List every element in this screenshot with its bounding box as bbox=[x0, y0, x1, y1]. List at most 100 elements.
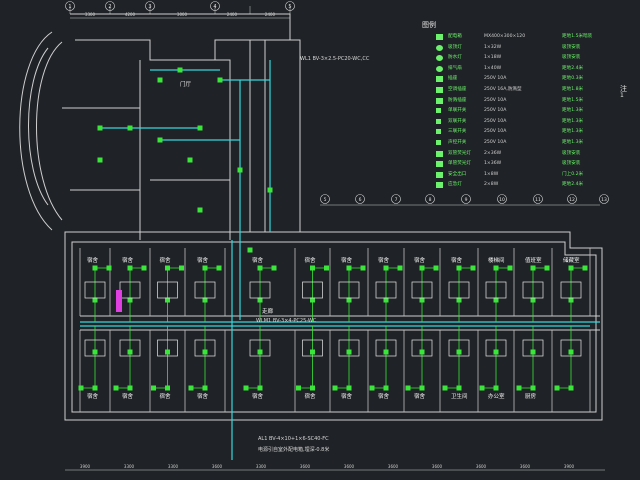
top-bus-label: WL1 BV-3×2.5-PC20-WC,CC bbox=[300, 56, 370, 62]
axis-label: 9 bbox=[465, 197, 468, 203]
legend-install-note: 距地1.8米 bbox=[562, 87, 584, 92]
legend-row: 应急灯 2×8W 距地2.4米 bbox=[422, 180, 632, 190]
fan-icon bbox=[436, 65, 443, 72]
device-marker bbox=[127, 125, 133, 131]
drawing-canvas: 1 2 3 4 5 5 6 7 8 9 10 11 12 13 3300 4200 3000 2400 2400 39… bbox=[0, 0, 640, 480]
device-marker bbox=[442, 385, 448, 391]
legend-row: 排气扇 1×40W 距地2.4米 bbox=[422, 64, 632, 74]
legend-row: 吸顶灯 1×32W 吸顶安装 bbox=[422, 43, 632, 53]
legend-name: 双联开关 bbox=[448, 118, 467, 124]
dimension-text: 3600 bbox=[300, 464, 311, 469]
axis-label: 3 bbox=[148, 4, 151, 10]
dimension-text: 3300 bbox=[256, 464, 267, 469]
branch-circuits bbox=[81, 267, 585, 389]
device-marker bbox=[493, 385, 499, 391]
room-label: 宿舍 bbox=[414, 394, 426, 400]
device-marker bbox=[217, 77, 223, 83]
device-marker bbox=[516, 385, 522, 391]
legend-install-note: 吸顶安装 bbox=[562, 161, 581, 167]
device-marker bbox=[157, 77, 163, 83]
device-marker bbox=[324, 265, 329, 271]
room-label: 值班室 bbox=[525, 258, 542, 264]
device-marker bbox=[165, 265, 170, 271]
device-marker bbox=[582, 265, 588, 271]
device-marker bbox=[187, 157, 193, 163]
dimension-text: 3300 bbox=[168, 464, 179, 469]
room-label: 厨房 bbox=[525, 394, 537, 400]
dimension-text: 3900 bbox=[80, 464, 91, 469]
axis-label: 2 bbox=[108, 4, 111, 10]
axis-label: 6 bbox=[359, 197, 362, 203]
legend-row: 安全出口 1×8W 门上0.2米 bbox=[422, 170, 632, 180]
device-marker bbox=[479, 385, 485, 391]
device-marker bbox=[165, 349, 170, 355]
socket-icon bbox=[436, 97, 443, 104]
bottom-note-label: 电源引自室外配电箱,埋深-0.8米 bbox=[258, 447, 330, 453]
legend-install-note: 吸顶安装 bbox=[562, 55, 581, 61]
entrance-label: 门厅 bbox=[180, 82, 192, 88]
device-marker bbox=[127, 385, 133, 391]
device-marker bbox=[177, 67, 183, 73]
switch-icon bbox=[436, 129, 441, 135]
switch-icon bbox=[436, 118, 441, 124]
device-marker bbox=[530, 385, 536, 391]
dimension-text: 3600 bbox=[344, 464, 355, 469]
legend-name: 单联开关 bbox=[448, 108, 467, 114]
device-marker bbox=[507, 265, 513, 271]
device-marker bbox=[197, 207, 203, 213]
dimension-text: 3600 bbox=[212, 464, 223, 469]
room-label: 宿舍 bbox=[414, 258, 426, 264]
switch-icon bbox=[436, 108, 441, 114]
device-marker bbox=[141, 265, 147, 271]
device-marker bbox=[568, 349, 574, 355]
legend-spec: 250V 10A bbox=[484, 118, 507, 124]
room-label: 宿舍 bbox=[159, 258, 171, 264]
legend-name: 应急灯 bbox=[448, 182, 462, 188]
legend-row: 插座 250V 10A 距地0.3米 bbox=[422, 74, 632, 84]
device-marker bbox=[346, 349, 352, 355]
room-label: 宿舍 bbox=[378, 258, 390, 264]
device-marker bbox=[456, 349, 462, 355]
legend-install-note: 吸顶安装 bbox=[562, 150, 581, 156]
legend-row: 双联开关 250V 10A 距地1.3米 bbox=[422, 117, 632, 127]
legend-install-note: 距地1.3米 bbox=[562, 118, 584, 124]
room-label: 宿舍 bbox=[197, 394, 209, 400]
room-label: 宿舍 bbox=[197, 258, 209, 264]
legend-spec: MX400×300×120 bbox=[484, 34, 526, 39]
legend-spec: 1×8W bbox=[484, 171, 499, 177]
legend-name: 排气扇 bbox=[448, 65, 462, 71]
legend-install-note: 距地1.5米 bbox=[562, 97, 584, 103]
dimension-text: 3600 bbox=[520, 464, 531, 469]
axis-label: 7 bbox=[395, 197, 398, 203]
axis-label: 11 bbox=[535, 197, 541, 203]
device-marker bbox=[106, 265, 112, 271]
device-marker bbox=[433, 265, 439, 271]
legend-row: 单联开关 250V 10A 距地1.3米 bbox=[422, 106, 632, 116]
legend-row: 空调插座 250V 16A,防溅型 距地1.8米 bbox=[422, 85, 632, 95]
device-marker bbox=[493, 349, 499, 355]
legend-spec: 1×40W bbox=[484, 65, 502, 71]
dimension-text: 3300 bbox=[124, 464, 135, 469]
device-marker bbox=[554, 385, 560, 391]
device-marker bbox=[310, 385, 315, 391]
axis-label: 5 bbox=[324, 197, 327, 203]
device-marker bbox=[271, 265, 277, 271]
room-label: 楼梯间 bbox=[488, 258, 505, 264]
device-marker bbox=[544, 265, 550, 271]
legend-name: 安全出口 bbox=[448, 171, 467, 177]
dimension-text: 3300 bbox=[85, 12, 96, 17]
device-marker bbox=[493, 265, 499, 271]
room-label: 宿舍 bbox=[252, 258, 264, 264]
device-marker bbox=[113, 385, 119, 391]
dimension-text: 2400 bbox=[227, 12, 238, 17]
legend-spec: 2×8W bbox=[484, 182, 499, 188]
legend-title: 图例 bbox=[422, 21, 436, 29]
corridor-label: 走廊 bbox=[262, 309, 274, 315]
device-marker bbox=[97, 125, 103, 131]
socket-icon bbox=[436, 87, 443, 93]
device-marker bbox=[383, 349, 389, 355]
legend-name: 防溅插座 bbox=[448, 97, 467, 103]
device-marker bbox=[346, 385, 352, 391]
device-marker bbox=[257, 265, 263, 271]
device-marker bbox=[202, 265, 208, 271]
